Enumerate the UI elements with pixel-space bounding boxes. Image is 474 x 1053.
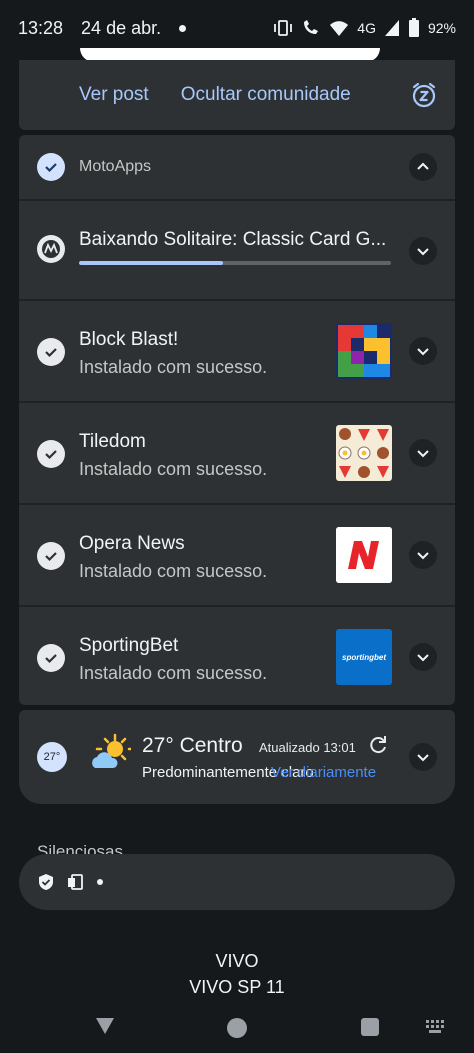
expand-weather-button[interactable] [409,743,437,771]
snooze-icon[interactable] [411,82,437,108]
expand-download-button[interactable] [409,237,437,265]
download-title: Baixando Solitaire: Classic Card G... [79,229,387,250]
status-time: 13:28 [18,17,64,38]
battery-percent: 92% [427,20,456,36]
group-header[interactable]: MotoApps [19,135,455,199]
shield-check-icon [39,874,53,890]
network-type: 4G [357,20,376,36]
notification-opera-news[interactable]: Opera News Instalado com sucesso. [19,503,455,605]
more-dot-icon [97,879,103,885]
weather-updated: Atualizado 13:01 [259,740,356,755]
download-notification[interactable]: Baixando Solitaire: Classic Card G... [19,199,455,299]
chevron-down-icon [417,552,429,560]
opera-news-icon [336,527,392,583]
view-post-button[interactable]: Ver post [79,84,149,106]
keyboard-icon[interactable] [426,1020,446,1034]
weather-title: 27° Centro [142,734,243,757]
motoapps-notification-group: MotoApps Baixando Solitaire: Classic Car… [19,135,455,705]
carrier-name: VIVO [215,951,259,971]
expand-notification-button[interactable] [409,439,437,467]
expand-notification-button[interactable] [409,643,437,671]
check-icon [37,644,65,672]
home-button[interactable] [227,1018,247,1038]
check-icon [37,542,65,570]
view-daily-link[interactable]: Ver diariamente [271,764,376,781]
chevron-down-icon [417,348,429,356]
status-date: 24 de abr. [81,17,162,38]
notification-text: Instalado com sucesso. [79,663,268,683]
screenshot-icon [68,874,83,890]
temperature-badge: 27° [37,742,67,772]
hide-community-button[interactable]: Ocultar comunidade [181,84,351,106]
vibrate-icon [274,20,293,36]
silenced-section-label: Silenciosas [37,842,123,854]
chevron-down-icon [417,654,429,662]
sportingbet-icon: sportingbet [336,629,392,685]
check-icon [37,338,65,366]
refresh-icon[interactable] [367,734,389,756]
chevron-down-icon [417,754,429,762]
sportingbet-logo-text: sportingbet [342,652,386,662]
block-blast-icon [336,323,392,379]
recents-button[interactable] [361,1018,379,1036]
group-app-name: MotoApps [79,158,152,175]
partly-cloudy-icon [92,733,131,768]
app-check-icon [37,153,65,181]
notification-text: Instalado com sucesso. [79,357,268,377]
post-notification-actions: Ver post Ocultar comunidade [19,60,455,130]
notification-text: Instalado com sucesso. [79,561,268,581]
expand-notification-button[interactable] [409,337,437,365]
wifi-icon [330,21,349,36]
expand-notification-button[interactable] [409,541,437,569]
collapse-group-button[interactable] [409,153,437,181]
carrier-network: VIVO SP 11 [189,977,285,997]
back-icon[interactable] [95,1016,115,1036]
notification-title: Block Blast! [79,329,179,350]
chevron-up-icon [417,162,429,170]
download-progress-bar [79,261,391,265]
notification-tiledom[interactable]: Tiledom Instalado com sucesso. [19,401,455,503]
notification-block-blast[interactable]: Block Blast! Instalado com sucesso. [19,299,455,401]
check-icon [37,440,65,468]
silenced-notifications-bar[interactable] [19,854,455,910]
chevron-down-icon [417,450,429,458]
battery-icon [408,18,419,37]
status-icons: 4G 92% [273,18,456,38]
signal-icon [384,20,399,36]
notification-sportingbet[interactable]: SportingBet Instalado com sucesso. sport… [19,605,455,705]
notification-dot-icon [179,24,187,32]
wifi-calling-icon [304,20,319,34]
weather-notification[interactable]: 27° 27° Centro Atualizado 13:01 Predomin… [19,710,455,804]
notification-title: Tiledom [79,431,146,452]
chevron-down-icon [417,248,429,256]
notification-title: SportingBet [79,635,179,656]
navigation-bar [0,1004,474,1053]
notification-text: Instalado com sucesso. [79,459,268,479]
tiledom-icon [336,425,392,481]
notification-title: Opera News [79,533,185,554]
download-progress-fill [79,261,223,265]
motorola-logo-icon [37,235,65,263]
